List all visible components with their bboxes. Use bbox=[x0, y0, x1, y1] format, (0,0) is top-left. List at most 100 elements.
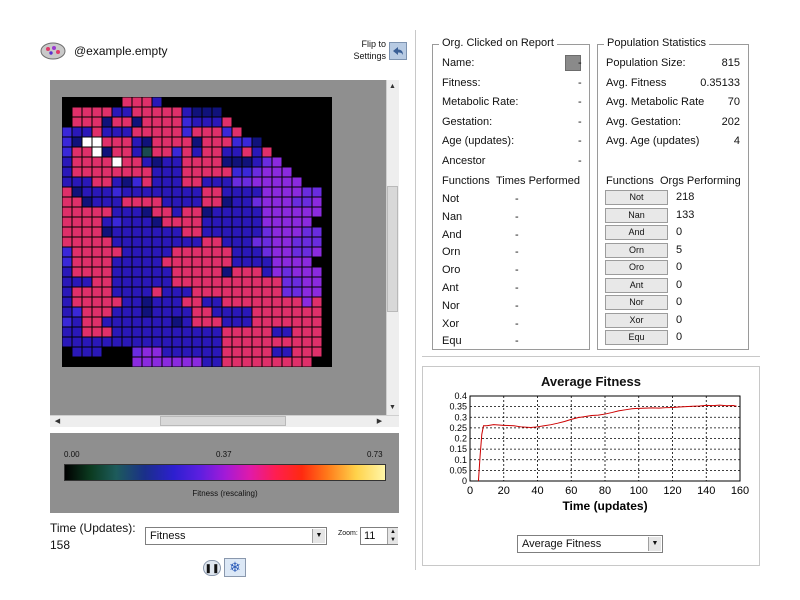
grid-cell[interactable] bbox=[272, 187, 282, 197]
grid-cell[interactable] bbox=[112, 167, 122, 177]
grid-cell[interactable] bbox=[292, 337, 302, 347]
grid-cell[interactable] bbox=[82, 227, 92, 237]
grid-cell[interactable] bbox=[202, 217, 212, 227]
grid-cell[interactable] bbox=[312, 247, 322, 257]
grid-cell[interactable] bbox=[282, 347, 292, 357]
grid-cell[interactable] bbox=[62, 337, 72, 347]
grid-cell[interactable] bbox=[212, 127, 222, 137]
grid-cell[interactable] bbox=[302, 187, 312, 197]
grid-cell[interactable] bbox=[152, 217, 162, 227]
grid-cell[interactable] bbox=[292, 227, 302, 237]
grid-cell[interactable] bbox=[272, 317, 282, 327]
grid-cell[interactable] bbox=[182, 187, 192, 197]
grid-cell[interactable] bbox=[132, 227, 142, 237]
grid-cell[interactable] bbox=[232, 317, 242, 327]
grid-cell[interactable] bbox=[292, 187, 302, 197]
grid-cell[interactable] bbox=[282, 257, 292, 267]
grid-cell[interactable] bbox=[272, 337, 282, 347]
grid-cell[interactable] bbox=[132, 197, 142, 207]
grid-cell[interactable] bbox=[212, 357, 222, 367]
grid-cell[interactable] bbox=[102, 197, 112, 207]
grid-cell[interactable] bbox=[92, 347, 102, 357]
grid-cell[interactable] bbox=[72, 227, 82, 237]
grid-cell[interactable] bbox=[302, 267, 312, 277]
grid-cell[interactable] bbox=[162, 227, 172, 237]
grid-cell[interactable] bbox=[132, 307, 142, 317]
grid-cell[interactable] bbox=[242, 157, 252, 167]
grid-cell[interactable] bbox=[272, 247, 282, 257]
grid-cell[interactable] bbox=[242, 207, 252, 217]
grid-cell[interactable] bbox=[312, 287, 322, 297]
grid-cell[interactable] bbox=[122, 257, 132, 267]
grid-cell[interactable] bbox=[242, 307, 252, 317]
grid-cell[interactable] bbox=[222, 317, 232, 327]
grid-cell[interactable] bbox=[162, 127, 172, 137]
grid-cell[interactable] bbox=[132, 327, 142, 337]
grid-cell[interactable] bbox=[242, 167, 252, 177]
grid-cell[interactable] bbox=[172, 207, 182, 217]
grid-cell[interactable] bbox=[262, 337, 272, 347]
grid-cell[interactable] bbox=[162, 277, 172, 287]
grid-cell[interactable] bbox=[232, 247, 242, 257]
grid-cell[interactable] bbox=[162, 197, 172, 207]
grid-cell[interactable] bbox=[222, 347, 232, 357]
grid-cell[interactable] bbox=[122, 267, 132, 277]
grid-cell[interactable] bbox=[152, 137, 162, 147]
grid-cell[interactable] bbox=[232, 217, 242, 227]
grid-cell[interactable] bbox=[172, 257, 182, 267]
grid-cell[interactable] bbox=[222, 327, 232, 337]
grid-cell[interactable] bbox=[202, 327, 212, 337]
grid-cell[interactable] bbox=[312, 207, 322, 217]
grid-cell[interactable] bbox=[222, 307, 232, 317]
grid-cell[interactable] bbox=[242, 357, 252, 367]
grid-cell[interactable] bbox=[92, 307, 102, 317]
grid-cell[interactable] bbox=[222, 127, 232, 137]
grid-cell[interactable] bbox=[72, 167, 82, 177]
grid-cell[interactable] bbox=[102, 127, 112, 137]
grid-cell[interactable] bbox=[162, 237, 172, 247]
grid-cell[interactable] bbox=[92, 107, 102, 117]
grid-cell[interactable] bbox=[212, 327, 222, 337]
grid-cell[interactable] bbox=[102, 227, 112, 237]
grid-cell[interactable] bbox=[72, 187, 82, 197]
grid-cell[interactable] bbox=[82, 107, 92, 117]
horizontal-scroll-thumb[interactable] bbox=[160, 416, 286, 426]
grid-cell[interactable] bbox=[192, 107, 202, 117]
function-button[interactable]: Xor bbox=[605, 312, 668, 328]
grid-cell[interactable] bbox=[92, 157, 102, 167]
grid-cell[interactable] bbox=[122, 127, 132, 137]
grid-cell[interactable] bbox=[292, 317, 302, 327]
grid-cell[interactable] bbox=[182, 257, 192, 267]
grid-cell[interactable] bbox=[262, 297, 272, 307]
grid-cell[interactable] bbox=[162, 107, 172, 117]
grid-cell[interactable] bbox=[112, 327, 122, 337]
grid-cell[interactable] bbox=[132, 177, 142, 187]
grid-cell[interactable] bbox=[132, 157, 142, 167]
grid-cell[interactable] bbox=[272, 327, 282, 337]
grid-cell[interactable] bbox=[192, 227, 202, 237]
grid-mode-select[interactable]: Fitness ▼ bbox=[145, 527, 327, 545]
grid-cell[interactable] bbox=[252, 197, 262, 207]
grid-cell[interactable] bbox=[222, 357, 232, 367]
vertical-scroll-thumb[interactable] bbox=[387, 186, 398, 312]
grid-cell[interactable] bbox=[202, 337, 212, 347]
grid-cell[interactable] bbox=[172, 187, 182, 197]
grid-cell[interactable] bbox=[122, 187, 132, 197]
grid-cell[interactable] bbox=[112, 137, 122, 147]
grid-cell[interactable] bbox=[192, 147, 202, 157]
grid-cell[interactable] bbox=[162, 207, 172, 217]
grid-cell[interactable] bbox=[72, 277, 82, 287]
scroll-down-arrow-icon[interactable]: ▼ bbox=[387, 402, 398, 413]
grid-cell[interactable] bbox=[192, 187, 202, 197]
grid-cell[interactable] bbox=[82, 237, 92, 247]
grid-cell[interactable] bbox=[162, 327, 172, 337]
grid-cell[interactable] bbox=[182, 347, 192, 357]
grid-cell[interactable] bbox=[302, 207, 312, 217]
grid-cell[interactable] bbox=[82, 247, 92, 257]
grid-cell[interactable] bbox=[132, 347, 142, 357]
grid-cell[interactable] bbox=[172, 147, 182, 157]
grid-cell[interactable] bbox=[242, 337, 252, 347]
grid-cell[interactable] bbox=[152, 287, 162, 297]
grid-cell[interactable] bbox=[202, 187, 212, 197]
population-grid-viewport[interactable] bbox=[50, 80, 399, 415]
